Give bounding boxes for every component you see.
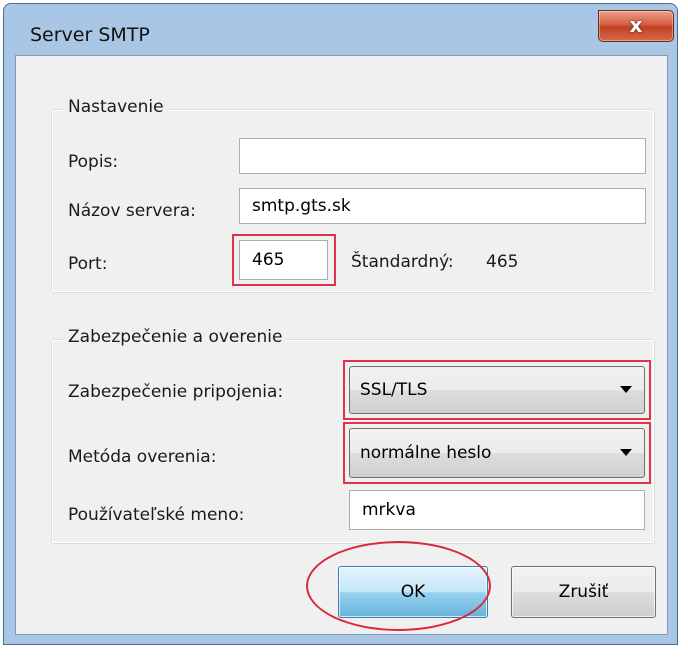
- description-input[interactable]: [239, 138, 646, 174]
- ok-highlight-ellipse: [306, 541, 491, 631]
- server-input[interactable]: smtp.gts.sk: [239, 188, 646, 224]
- default-port-value: 465: [486, 252, 519, 272]
- auth-method-value: normálne heslo: [360, 443, 492, 463]
- chevron-down-icon: [620, 449, 632, 456]
- dialog-title: Server SMTP: [30, 24, 150, 46]
- connection-security-value: SSL/TLS: [360, 380, 428, 400]
- security-legend: Zabezpečenie a overenie: [64, 327, 287, 347]
- connection-security-label: Zabezpečenie pripojenia:: [68, 382, 284, 402]
- dialog-client: Nastavenie Popis: Názov servera: smtp.gt…: [15, 55, 668, 635]
- username-label: Používateľské meno:: [68, 505, 245, 525]
- close-button[interactable]: x: [598, 10, 674, 42]
- cancel-button[interactable]: Zrušiť: [511, 566, 656, 618]
- port-label: Port:: [68, 254, 108, 274]
- chevron-down-icon: [620, 386, 632, 393]
- description-label: Popis:: [68, 152, 119, 172]
- default-port-label: Štandardný:: [351, 252, 454, 272]
- server-label: Názov servera:: [68, 201, 196, 221]
- username-input[interactable]: mrkva: [349, 490, 645, 530]
- close-icon: x: [629, 13, 643, 37]
- auth-method-label: Metóda overenia:: [68, 447, 217, 467]
- settings-legend: Nastavenie: [64, 97, 168, 117]
- connection-security-select[interactable]: SSL/TLS: [349, 366, 645, 414]
- port-input[interactable]: 465: [239, 240, 328, 280]
- auth-method-select[interactable]: normálne heslo: [349, 428, 645, 478]
